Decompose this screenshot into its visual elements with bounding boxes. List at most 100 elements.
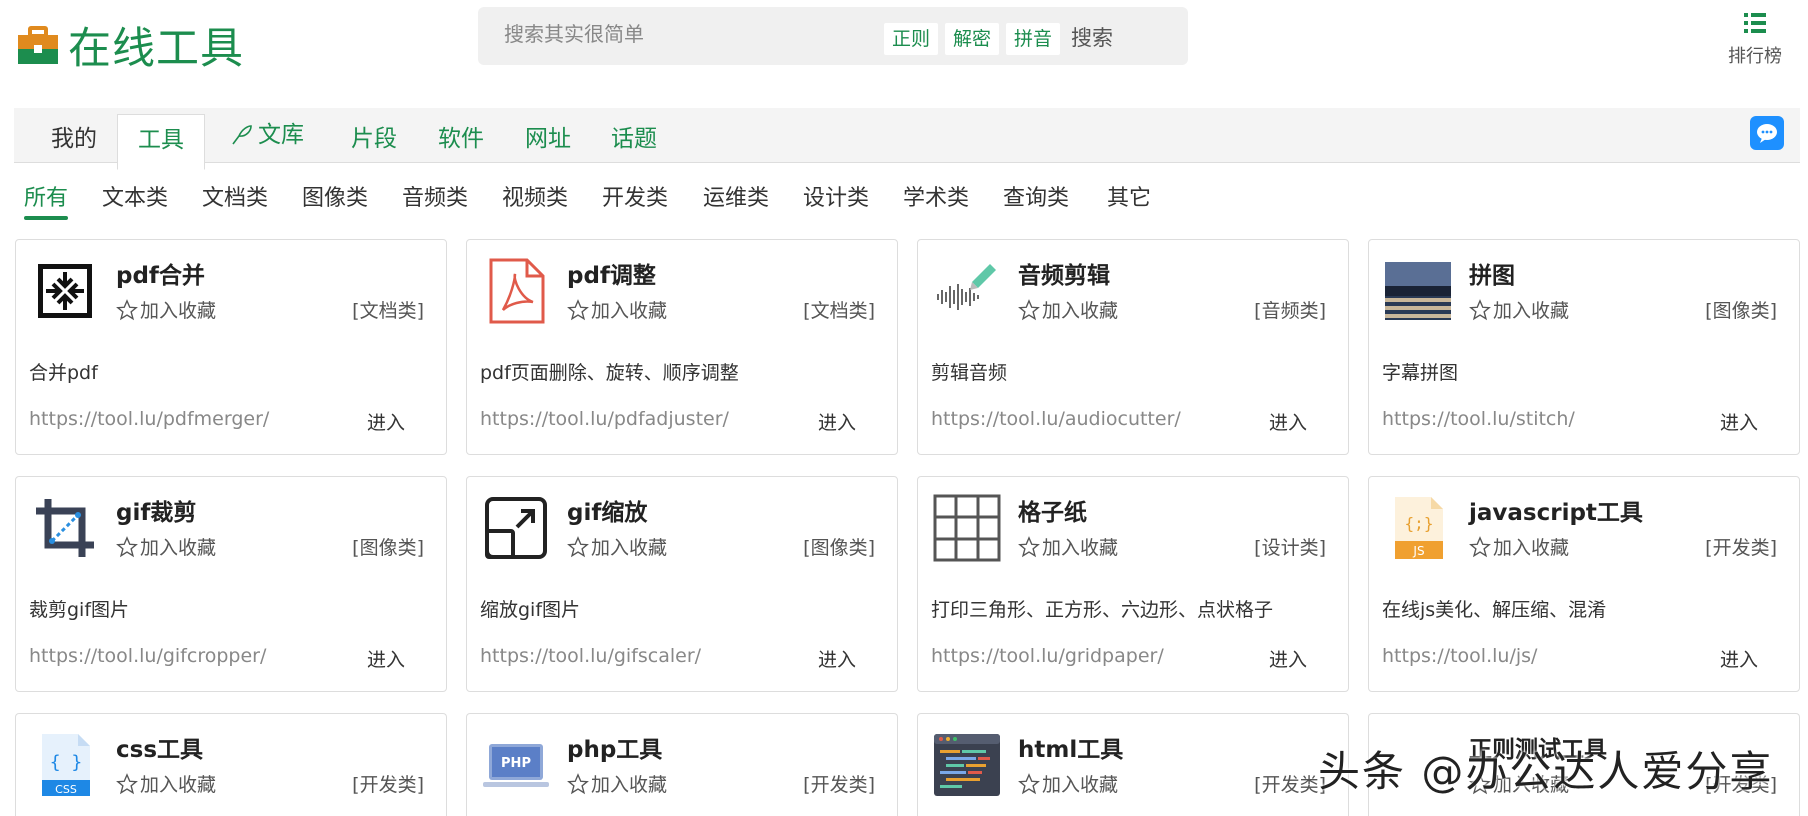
- nav-item-snippets[interactable]: 片段: [351, 108, 397, 162]
- favorite-button[interactable]: 加入收藏: [1469, 296, 1569, 323]
- tool-card[interactable]: pdf调整 加入收藏 [文档类] pdf页面删除、旋转、顺序调整 https:/…: [466, 239, 898, 455]
- nav-item-mine[interactable]: 我的: [51, 108, 97, 162]
- tool-card[interactable]: html工具 加入收藏 [开发类]: [917, 713, 1349, 816]
- category-dev[interactable]: 开发类: [602, 180, 668, 212]
- tool-card[interactable]: { } CSS css工具 加入收藏 [开发类]: [15, 713, 447, 816]
- favorite-label: 加入收藏: [140, 537, 217, 559]
- category-image[interactable]: 图像类: [302, 180, 368, 212]
- nav-item-library[interactable]: 文库: [230, 108, 304, 162]
- search-button[interactable]: 搜索: [1071, 22, 1113, 52]
- category-text[interactable]: 文本类: [102, 180, 168, 212]
- star-icon: [1018, 772, 1040, 794]
- favorite-button[interactable]: 加入收藏: [116, 533, 216, 560]
- favorite-label: 加入收藏: [591, 537, 668, 559]
- category-ops[interactable]: 运维类: [703, 180, 769, 212]
- tool-description: 字幕拼图: [1382, 362, 1459, 384]
- tool-url[interactable]: https://tool.lu/js/: [1382, 645, 1537, 667]
- tool-category: [文档类]: [352, 300, 424, 322]
- favorite-button[interactable]: 加入收藏: [1018, 533, 1118, 560]
- tool-category: [文档类]: [803, 300, 875, 322]
- category-all[interactable]: 所有: [24, 180, 68, 212]
- tool-category: [图像类]: [352, 537, 424, 559]
- enter-link[interactable]: 进入: [1720, 408, 1758, 435]
- favorite-label: 加入收藏: [1042, 537, 1119, 559]
- enter-link[interactable]: 进入: [1720, 645, 1758, 672]
- tool-card[interactable]: gif裁剪 加入收藏 [图像类] 裁剪gif图片 https://tool.lu…: [15, 476, 447, 692]
- enter-link[interactable]: 进入: [1269, 408, 1307, 435]
- category-design[interactable]: 设计类: [803, 180, 869, 212]
- tool-card[interactable]: pdf合并 加入收藏 [文档类] 合并pdf https://tool.lu/p…: [15, 239, 447, 455]
- favorite-button[interactable]: 加入收藏: [116, 770, 216, 797]
- category-academic[interactable]: 学术类: [903, 180, 969, 212]
- tool-card[interactable]: 格子纸 加入收藏 [设计类] 打印三角形、正方形、六边形、点状格子 https:…: [917, 476, 1349, 692]
- favorite-button[interactable]: 加入收藏: [1469, 533, 1569, 560]
- scale-icon: [485, 497, 547, 559]
- star-icon: [567, 535, 589, 557]
- star-icon: [1018, 298, 1040, 320]
- enter-link[interactable]: 进入: [1269, 645, 1307, 672]
- tool-url[interactable]: https://tool.lu/gridpaper/: [931, 645, 1164, 667]
- tool-card[interactable]: gif缩放 加入收藏 [图像类] 缩放gif图片 https://tool.lu…: [466, 476, 898, 692]
- html-code-icon: [934, 734, 1000, 796]
- category-query[interactable]: 查询类: [1003, 180, 1069, 212]
- tool-description: 在线js美化、解压缩、混淆: [1382, 599, 1607, 621]
- tool-category: [开发类]: [352, 774, 424, 796]
- tool-card[interactable]: 拼图 加入收藏 [图像类] 字幕拼图 https://tool.lu/stitc…: [1368, 239, 1800, 455]
- nav-item-tools[interactable]: 工具: [117, 114, 205, 170]
- nav-item-software[interactable]: 软件: [438, 108, 484, 162]
- tool-category: [开发类]: [803, 774, 875, 796]
- tool-title: pdf调整: [567, 263, 656, 289]
- tool-card[interactable]: PHP php工具 加入收藏 [开发类]: [466, 713, 898, 816]
- tool-title: 格子纸: [1018, 500, 1087, 526]
- tool-url[interactable]: https://tool.lu/gifcropper/: [29, 645, 266, 667]
- svg-text:JS: JS: [1412, 544, 1424, 558]
- category-audio[interactable]: 音频类: [402, 180, 468, 212]
- search-tag-regex[interactable]: 正则: [884, 23, 939, 55]
- search-input[interactable]: [504, 22, 844, 46]
- favorite-button[interactable]: 加入收藏: [567, 770, 667, 797]
- chat-button[interactable]: [1750, 116, 1784, 150]
- photo-stitch-icon: [1385, 262, 1451, 320]
- svg-text:{ }: { }: [50, 752, 83, 773]
- category-document[interactable]: 文档类: [202, 180, 268, 212]
- tool-title: php工具: [567, 737, 663, 763]
- tool-title: gif缩放: [567, 500, 648, 526]
- nav-item-urls[interactable]: 网址: [525, 108, 571, 162]
- favorite-button[interactable]: 加入收藏: [116, 296, 216, 323]
- category-other[interactable]: 其它: [1107, 180, 1151, 212]
- tool-url[interactable]: https://tool.lu/stitch/: [1382, 408, 1575, 430]
- tool-title: pdf合并: [116, 263, 205, 289]
- enter-link[interactable]: 进入: [367, 408, 405, 435]
- tool-description: 剪辑音频: [931, 362, 1008, 384]
- tool-description: 打印三角形、正方形、六边形、点状格子: [931, 599, 1274, 621]
- tool-description: 合并pdf: [29, 362, 98, 384]
- tool-description: 裁剪gif图片: [29, 599, 130, 621]
- favorite-button[interactable]: 加入收藏: [1018, 296, 1118, 323]
- favorite-button[interactable]: 加入收藏: [1018, 770, 1118, 797]
- enter-link[interactable]: 进入: [818, 408, 856, 435]
- star-icon: [116, 535, 138, 557]
- ranking-link[interactable]: 排行榜: [1720, 10, 1790, 68]
- enter-link[interactable]: 进入: [818, 645, 856, 672]
- favorite-button[interactable]: 加入收藏: [567, 296, 667, 323]
- nav-item-topics[interactable]: 话题: [611, 108, 657, 162]
- enter-link[interactable]: 进入: [367, 645, 405, 672]
- search-tag-pinyin[interactable]: 拼音: [1006, 23, 1061, 55]
- tool-url[interactable]: https://tool.lu/audiocutter/: [931, 408, 1181, 430]
- pdf-merge-icon: [38, 264, 92, 318]
- tool-category: [开发类]: [1254, 774, 1326, 796]
- favorite-button[interactable]: 加入收藏: [567, 533, 667, 560]
- tool-card[interactable]: {;} JS javascript工具 加入收藏 [开发类] 在线js美化、解压…: [1368, 476, 1800, 692]
- nav-item-library-label: 文库: [258, 122, 304, 148]
- tool-url[interactable]: https://tool.lu/pdfadjuster/: [480, 408, 729, 430]
- tool-url[interactable]: https://tool.lu/gifscaler/: [480, 645, 701, 667]
- tool-url[interactable]: https://tool.lu/pdfmerger/: [29, 408, 269, 430]
- favorite-label: 加入收藏: [1042, 774, 1119, 796]
- tool-card[interactable]: 音频剪辑 加入收藏 [音频类] 剪辑音频 https://tool.lu/aud…: [917, 239, 1349, 455]
- tool-description: pdf页面删除、旋转、顺序调整: [480, 362, 739, 384]
- chat-bubble-icon: [1757, 124, 1777, 143]
- watermark: 头条 @办公达人爱分享: [1318, 747, 1774, 796]
- site-logo[interactable]: 在线工具: [18, 14, 244, 76]
- category-video[interactable]: 视频类: [502, 180, 568, 212]
- search-tag-decrypt[interactable]: 解密: [945, 23, 1000, 55]
